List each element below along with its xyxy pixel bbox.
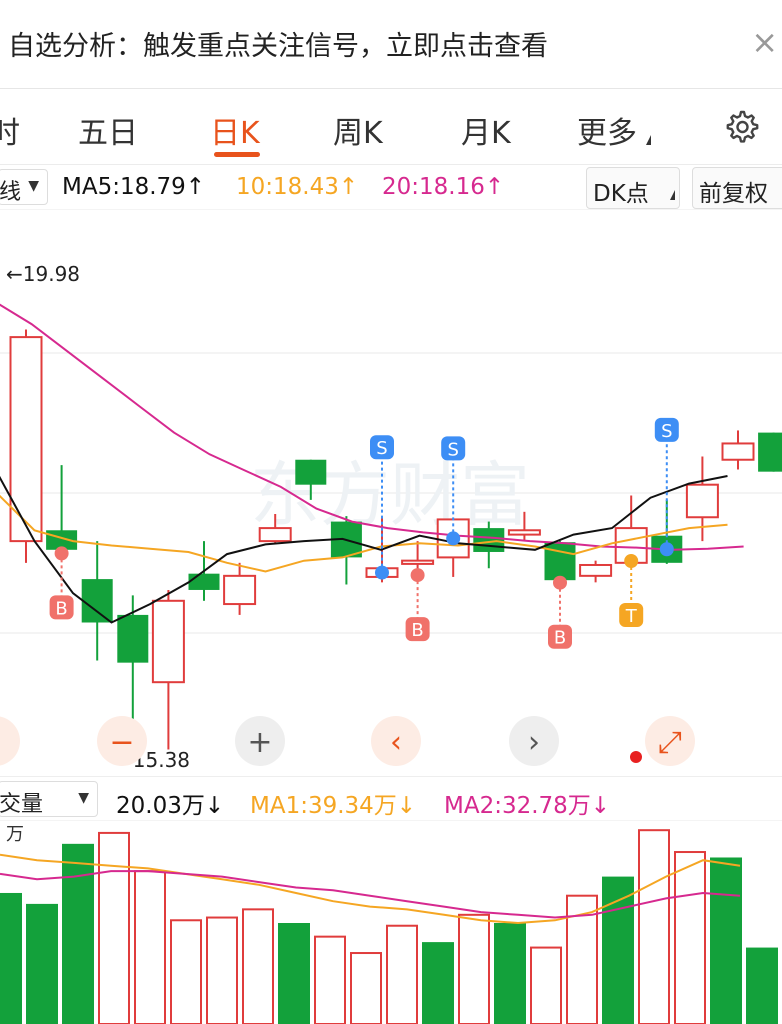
signal-label: S [661,421,672,442]
candle-body [721,442,755,461]
candle-body [579,563,613,577]
signal-label: T [625,606,638,627]
volume-bar [26,903,58,1024]
dropdown-corner-icon [665,190,675,200]
zoom-in-icon[interactable]: + [247,725,272,760]
fullscreen-icon[interactable]: ⤢ [658,725,682,760]
ma5-value: MA5:18.79↑ [62,174,206,200]
candle-body [151,599,185,684]
signal-label: S [447,439,458,460]
tab-monthly-k[interactable]: 月K [461,108,511,152]
chevron-down-icon: ▼ [28,178,39,194]
price-adjust-button[interactable]: 前复权 [692,167,782,209]
gear-icon[interactable] [722,108,760,146]
candle-body [401,559,435,565]
volume-bar [602,876,634,1024]
volume-bar [350,952,382,1024]
volume-bar [710,857,742,1024]
candle-body [544,542,576,581]
volume-bar [62,843,94,1024]
vol-ma2-value: MA2:32.78万↓ [444,793,611,819]
tab-more[interactable]: 更多 [577,108,651,152]
main-indicator-select[interactable]: 线 ▼ [0,169,48,205]
volume-bar [638,829,670,1024]
candle-body [507,529,541,536]
dk-point-button[interactable]: DK点 [586,167,680,209]
ma-indicator-bar: 线 ▼ MA5:18.79↑ 10:18.43↑ 20:18.16↑ DK点 前… [0,165,782,209]
volume-bar [0,892,22,1024]
main-indicator-value: 线 [0,180,22,205]
volume-chart[interactable]: 万 [0,820,782,1024]
dropdown-corner-icon [641,135,651,145]
volume-bar [530,946,562,1024]
volume-bar [746,947,778,1024]
volume-bar [134,870,166,1024]
signal-dot [54,546,69,561]
volume-bar [422,942,454,1024]
signal-dot [446,531,461,546]
signal-dot [553,575,567,590]
volume-bar [674,851,706,1024]
price-adjust-label: 前复权 [699,181,768,207]
high-price-label: ←19.98 [6,262,80,286]
volume-bar [314,935,346,1024]
signal-label: B [554,628,566,649]
volume-bar [494,923,526,1024]
next-icon[interactable]: › [528,725,540,760]
dk-point-label: DK点 [593,181,649,207]
volume-value: 20.03万↓ [116,793,225,819]
signal-dot [410,568,425,583]
close-icon[interactable]: × [751,26,778,58]
candle-body [81,579,113,623]
volume-unit-label: 万 [6,824,24,845]
ma10-value: 10:18.43↑ [236,174,359,200]
volume-bars [0,829,778,1024]
tab-more-label: 更多 [577,116,637,151]
volume-bar [386,924,418,1024]
volume-indicator-bar: 交量 ▼ 20.03万↓ MA1:39.34万↓ MA2:32.78万↓ [0,776,782,821]
chevron-down-icon: ▼ [78,790,89,806]
notification-banner[interactable]: 自选分析：触发重点关注信号，立即点击查看 × [0,0,782,89]
volume-bar [278,923,310,1024]
banner-text[interactable]: 自选分析：触发重点关注信号，立即点击查看 [8,24,548,63]
volume-bar [458,913,490,1024]
volume-indicator-select[interactable]: 交量 ▼ [0,781,98,817]
volume-bar [98,831,130,1024]
signal-label: B [55,598,67,619]
prev-icon[interactable]: ‹ [390,725,402,760]
candle-body [473,528,505,552]
volume-indicator-value: 交量 [0,792,44,817]
chart-controls: − + ‹ › ⤢ [0,716,695,766]
vol-ma1-value: MA1:39.34万↓ [250,793,417,819]
signal-dot [375,565,389,580]
signal-dot [624,553,639,568]
volume-bar [242,908,274,1024]
tab-five-day[interactable]: 五日 [78,108,138,152]
tab-weekly-k[interactable]: 周K [333,108,383,152]
kline-chart[interactable]: 东方财富 BS SB BTS ←19.98 ←15.38 − + ‹ › ⤢ [0,209,782,776]
zoom-out-icon[interactable]: − [109,725,134,760]
candle-body [295,459,327,485]
period-tabs: 时 五日 日K 周K 月K 更多 [0,88,782,165]
ma20-value: 20:18.16↑ [382,174,505,200]
signal-label: S [376,438,387,459]
candle-body [758,432,782,472]
volume-bar [170,919,202,1024]
signal-dot [659,542,674,557]
tab-daily-k[interactable]: 日K [210,108,260,152]
candle-body [258,527,292,543]
chart-control-bg[interactable] [0,716,20,766]
candle-body [188,573,220,590]
signal-label: B [411,620,423,641]
candle-body [685,483,719,519]
candle-body [117,614,149,663]
tab-intraday[interactable]: 时 [0,108,20,152]
volume-bar [206,916,238,1024]
active-tab-indicator [214,152,260,157]
candle-body [223,574,257,606]
notification-dot [630,751,642,763]
